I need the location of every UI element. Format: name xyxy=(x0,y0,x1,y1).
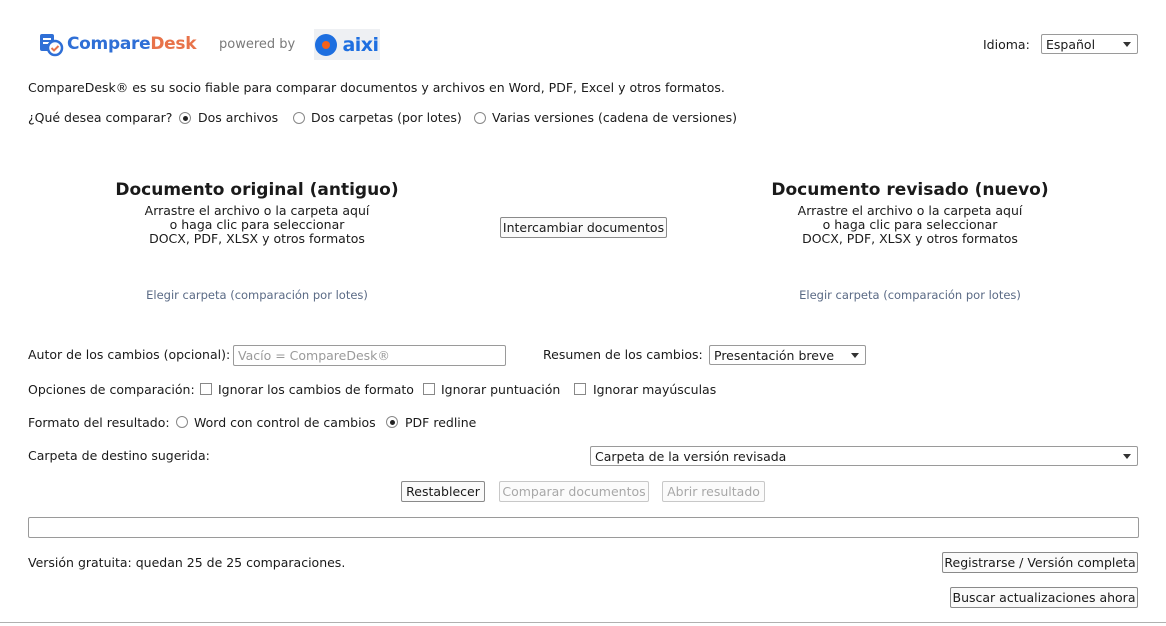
author-label: Autor de los cambios (opcional): xyxy=(28,347,231,362)
author-input-placeholder: Vacío = CompareDesk® xyxy=(238,348,390,363)
radio-two-files[interactable] xyxy=(179,112,191,124)
open-result-button[interactable]: Abrir resultado xyxy=(662,481,765,502)
radio-pdf-redline[interactable] xyxy=(386,416,398,428)
revised-choose-folder-link[interactable]: Elegir carpeta (comparación por lotes) xyxy=(750,288,1070,302)
swap-documents-button[interactable]: Intercambiar documentos xyxy=(500,217,667,238)
destination-label: Carpeta de destino sugerida: xyxy=(28,448,210,463)
progress-bar xyxy=(28,517,1139,538)
ignore-formatting-label[interactable]: Ignorar los cambios de formato xyxy=(218,382,414,397)
compare-desk-logo-icon xyxy=(40,34,64,57)
aixi-logo-icon xyxy=(315,33,338,56)
author-input[interactable]: Vacío = CompareDesk® xyxy=(233,345,506,366)
revised-document-hint: Arrastre el archivo o la carpeta aquí o … xyxy=(797,203,1023,246)
radio-multiple-versions[interactable] xyxy=(474,112,486,124)
compare-mode-question: ¿Qué desea comparar? xyxy=(28,110,173,125)
radio-two-folders[interactable] xyxy=(293,112,305,124)
free-version-status: Versión gratuita: quedan 25 de 25 compar… xyxy=(28,555,346,570)
bottom-divider xyxy=(0,622,1166,626)
summary-select-value: Presentación breve xyxy=(714,347,835,363)
original-document-title: Documento original (antiguo) xyxy=(115,180,399,200)
original-document-dropzone[interactable]: Documento original (antiguo) Arrastre el… xyxy=(97,180,417,246)
app-name: CompareDesk xyxy=(67,34,197,54)
compare-options-label: Opciones de comparación: xyxy=(28,382,195,397)
chevron-down-icon xyxy=(1123,454,1131,459)
destination-select[interactable]: Carpeta de la versión revisada xyxy=(590,446,1138,466)
ignore-case-checkbox[interactable] xyxy=(574,383,586,395)
radio-word-tracked-changes[interactable] xyxy=(176,416,188,428)
summary-label: Resumen de los cambios: xyxy=(543,347,703,362)
ignore-punctuation-label[interactable]: Ignorar puntuación xyxy=(441,382,560,397)
radio-two-files-label[interactable]: Dos archivos xyxy=(198,110,278,125)
original-document-hint: Arrastre el archivo o la carpeta aquí o … xyxy=(144,203,370,246)
radio-multiple-versions-label[interactable]: Varias versiones (cadena de versiones) xyxy=(492,110,737,125)
powered-by-label: powered by xyxy=(219,37,296,52)
language-select-value: Español xyxy=(1046,36,1096,52)
radio-two-folders-label[interactable]: Dos carpetas (por lotes) xyxy=(311,110,462,125)
original-choose-folder-link[interactable]: Elegir carpeta (comparación por lotes) xyxy=(97,288,417,302)
partner-logo-text: aixi xyxy=(342,33,379,56)
register-button[interactable]: Registrarse / Versión completa xyxy=(942,552,1138,573)
destination-select-value: Carpeta de la versión revisada xyxy=(595,448,787,464)
ignore-formatting-checkbox[interactable] xyxy=(200,383,212,395)
summary-select[interactable]: Presentación breve xyxy=(709,345,866,365)
language-label: Idioma: xyxy=(983,37,1030,52)
output-format-label: Formato del resultado: xyxy=(28,415,170,430)
language-select[interactable]: Español xyxy=(1041,34,1138,54)
tagline: CompareDesk® es su socio fiable para com… xyxy=(28,80,725,95)
radio-word-tracked-changes-label[interactable]: Word con control de cambios xyxy=(194,415,376,430)
partner-logo: aixi xyxy=(314,29,380,60)
revised-document-dropzone[interactable]: Documento revisado (nuevo) Arrastre el a… xyxy=(750,180,1070,246)
ignore-punctuation-checkbox[interactable] xyxy=(423,383,435,395)
reset-button[interactable]: Restablecer xyxy=(401,481,485,502)
chevron-down-icon xyxy=(851,353,859,358)
chevron-down-icon xyxy=(1123,42,1131,47)
revised-document-title: Documento revisado (nuevo) xyxy=(771,180,1049,200)
radio-pdf-redline-label[interactable]: PDF redline xyxy=(405,415,476,430)
check-updates-button[interactable]: Buscar actualizaciones ahora xyxy=(950,587,1138,608)
app-logo: CompareDesk xyxy=(38,31,197,57)
compare-documents-button[interactable]: Comparar documentos xyxy=(499,481,649,502)
ignore-case-label[interactable]: Ignorar mayúsculas xyxy=(593,382,716,397)
